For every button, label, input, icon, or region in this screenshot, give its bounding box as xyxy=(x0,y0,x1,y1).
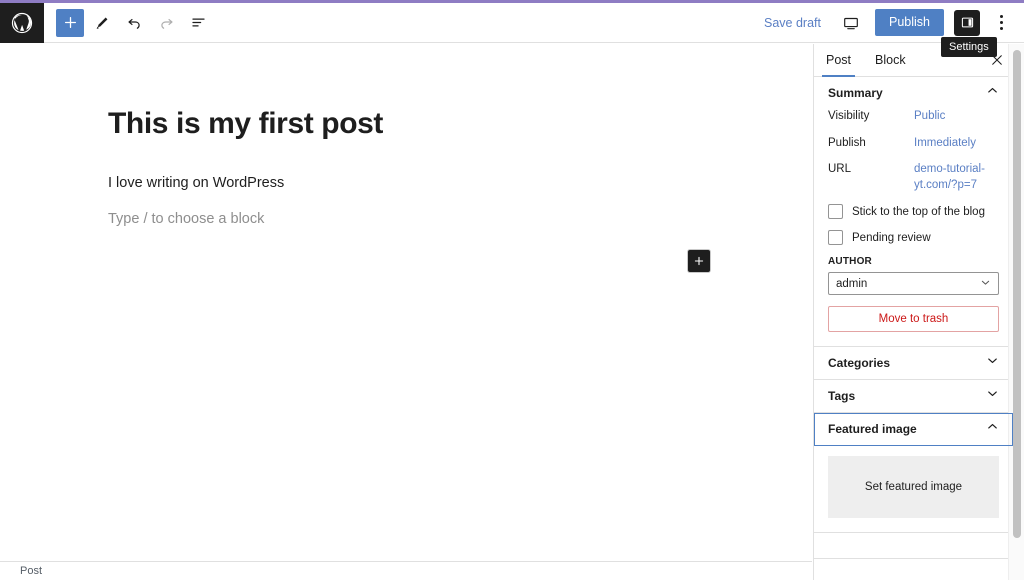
summary-panel-header[interactable]: Summary xyxy=(814,77,1013,109)
add-block-button[interactable] xyxy=(56,8,84,37)
header-toolbar-right: Save draft Publish xyxy=(758,9,1024,37)
visibility-label: Visibility xyxy=(828,110,870,122)
post-title-field[interactable]: This is my first post xyxy=(108,106,728,142)
author-select[interactable]: admin xyxy=(828,272,999,296)
undo-button[interactable] xyxy=(120,9,148,37)
visibility-row: Visibility Public xyxy=(828,109,999,125)
tab-post[interactable]: Post xyxy=(814,44,863,77)
tools-pencil-button[interactable] xyxy=(88,9,116,37)
settings-tooltip: Settings xyxy=(941,37,997,57)
paragraph-block[interactable]: I love writing on WordPress xyxy=(108,172,728,195)
tags-panel-header[interactable]: Tags xyxy=(814,380,1013,412)
sticky-checkbox-row: Stick to the top of the blog xyxy=(828,204,999,220)
tags-panel: Tags xyxy=(814,380,1013,414)
chevron-down-icon xyxy=(980,277,991,291)
canvas-add-block-button[interactable] xyxy=(688,250,710,272)
wordpress-logo-icon[interactable] xyxy=(0,2,44,43)
editor-header: Save draft Publish xyxy=(0,2,1024,43)
settings-sidebar: Post Block Summary Visibility Public Pub… xyxy=(813,44,1013,580)
chevron-down-icon xyxy=(986,354,999,372)
featured-image-panel-header[interactable]: Featured image xyxy=(814,413,1013,445)
editor-canvas[interactable]: This is my first post I love writing on … xyxy=(0,44,812,561)
chevron-up-icon xyxy=(986,420,999,438)
visibility-value[interactable]: Public xyxy=(914,109,945,125)
summary-panel: Summary Visibility Public Publish Immedi… xyxy=(814,77,1013,348)
pending-review-checkbox-label: Pending review xyxy=(852,231,931,244)
editor-footer-breadcrumb-bar: Post xyxy=(0,561,812,580)
sidebar-scrollbar-thumb[interactable] xyxy=(1013,50,1021,538)
featured-image-panel-title: Featured image xyxy=(828,422,917,437)
featured-image-panel-body: Set featured image xyxy=(814,446,1013,534)
next-panel-partial xyxy=(814,533,1013,560)
header-toolbar-left xyxy=(44,8,212,37)
categories-panel-title: Categories xyxy=(828,356,891,371)
publish-value[interactable]: Immediately xyxy=(914,136,976,152)
summary-panel-body: Visibility Public Publish Immediately UR… xyxy=(814,109,1013,346)
save-draft-button[interactable]: Save draft xyxy=(758,12,827,34)
tab-block[interactable]: Block xyxy=(863,44,918,76)
pending-review-checkbox[interactable] xyxy=(828,230,843,246)
sticky-checkbox-label: Stick to the top of the blog xyxy=(852,205,985,218)
publish-button[interactable]: Publish xyxy=(875,9,944,36)
url-row: URL demo-tutorial-yt.com/?p=7 xyxy=(828,162,999,193)
categories-panel: Categories xyxy=(814,347,1013,381)
more-options-menu[interactable] xyxy=(990,9,1012,37)
publish-label: Publish xyxy=(828,136,866,149)
publish-row: Publish Immediately xyxy=(828,136,999,152)
summary-panel-title: Summary xyxy=(828,86,883,100)
tags-panel-title: Tags xyxy=(828,389,856,404)
categories-panel-header[interactable]: Categories xyxy=(814,347,1013,379)
chevron-up-icon xyxy=(986,84,999,102)
wordpress-block-editor: Save draft Publish Settings This is my f… xyxy=(0,0,1024,580)
breadcrumb[interactable]: Post xyxy=(0,565,42,577)
author-label: AUTHOR xyxy=(828,256,872,268)
url-value[interactable]: demo-tutorial-yt.com/?p=7 xyxy=(914,162,999,193)
author-select-value: admin xyxy=(836,277,868,290)
url-label: URL xyxy=(828,163,852,176)
empty-block-placeholder[interactable]: Type / to choose a block xyxy=(108,208,728,231)
set-featured-image-button[interactable]: Set featured image xyxy=(828,456,999,519)
desktop-preview-icon[interactable] xyxy=(837,9,865,37)
redo-button[interactable] xyxy=(152,9,180,37)
featured-image-panel: Featured image xyxy=(814,413,1013,447)
move-to-trash-button[interactable]: Move to trash xyxy=(828,306,999,333)
chevron-down-icon xyxy=(986,387,999,405)
settings-sidebar-toggle[interactable] xyxy=(954,9,980,36)
document-overview-button[interactable] xyxy=(184,9,212,37)
sidebar-scrollbar-track[interactable] xyxy=(1008,44,1024,580)
sticky-checkbox[interactable] xyxy=(828,204,843,220)
pending-review-checkbox-row: Pending review xyxy=(828,230,999,246)
